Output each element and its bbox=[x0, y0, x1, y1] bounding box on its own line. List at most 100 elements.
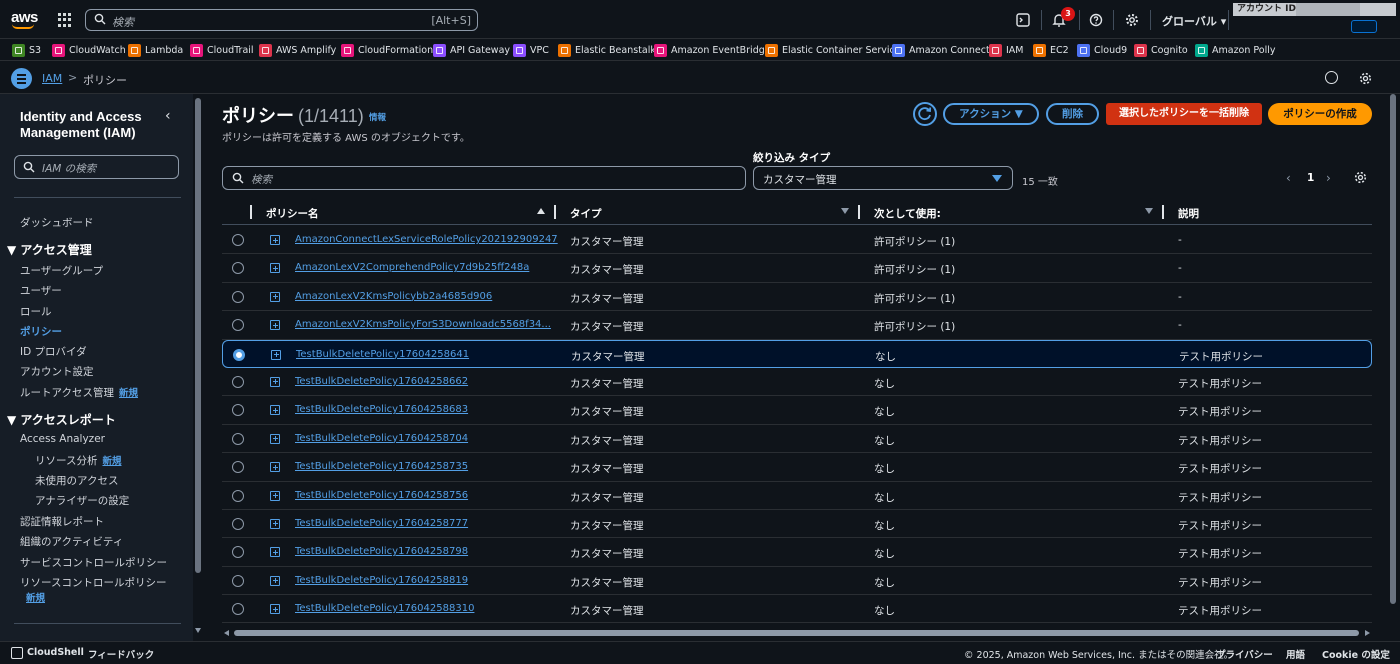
expand-row-icon[interactable] bbox=[270, 518, 280, 529]
sidebar-item-account-settings[interactable]: アカウント設定 bbox=[20, 364, 94, 379]
table-row[interactable]: AmazonLexV2ComprehendPolicy7d9b25ff248a カ… bbox=[222, 254, 1372, 283]
policy-name-link[interactable]: TestBulkDeletePolicy17604258641 bbox=[296, 349, 469, 360]
table-row[interactable]: AmazonLexV2KmsPolicybb2a4685d906 カスタマー管理 許… bbox=[222, 283, 1372, 312]
expand-row-icon[interactable] bbox=[270, 433, 280, 444]
expand-row-icon[interactable] bbox=[270, 490, 280, 501]
cloudshell-icon[interactable] bbox=[1015, 12, 1031, 28]
expand-row-icon[interactable] bbox=[270, 376, 280, 387]
sidebar-item-analyzer-settings[interactable]: アナライザーの設定 bbox=[35, 493, 129, 508]
sidebar-scrollbar[interactable] bbox=[193, 94, 203, 641]
sort-icon[interactable] bbox=[841, 208, 849, 214]
expand-row-icon[interactable] bbox=[271, 349, 281, 360]
policy-name-link[interactable]: TestBulkDeletePolicy17604258683 bbox=[295, 404, 468, 415]
row-select-radio[interactable] bbox=[232, 603, 244, 616]
favorite-cloud9[interactable]: Cloud9 bbox=[1077, 43, 1127, 57]
table-preferences-gear-icon[interactable] bbox=[1354, 171, 1367, 184]
footer-cookie-link[interactable]: Cookie の設定 bbox=[1322, 647, 1390, 661]
column-divider[interactable] bbox=[858, 205, 860, 219]
region-selector[interactable]: グローバル ▾ bbox=[1162, 13, 1226, 29]
sort-icon[interactable] bbox=[1145, 208, 1153, 214]
sidebar-item-scp[interactable]: サービスコントロールポリシー bbox=[20, 555, 167, 570]
column-header-used-as[interactable]: 次として使用: bbox=[874, 206, 941, 221]
policy-name-link[interactable]: TestBulkDeletePolicy17604258756 bbox=[295, 490, 468, 501]
footer-feedback-link[interactable]: フィードバック bbox=[88, 647, 154, 661]
policy-name-link[interactable]: AmazonConnectLexServiceRolePolicy2021929… bbox=[295, 234, 558, 245]
favorite-aws-amplify[interactable]: AWS Amplify bbox=[259, 43, 336, 57]
policy-name-link[interactable]: TestBulkDeletePolicy17604258777 bbox=[295, 518, 468, 529]
table-row[interactable]: TestBulkDeletePolicy176042588310 カスタマー管理 な… bbox=[222, 595, 1372, 624]
table-row[interactable]: TestBulkDeletePolicy17604258641 カスタマー管理 なし… bbox=[222, 339, 1372, 368]
sidebar-item-user-groups[interactable]: ユーザーグループ bbox=[20, 263, 103, 278]
actions-button[interactable]: アクション ▼ bbox=[943, 103, 1039, 125]
table-row[interactable]: AmazonConnectLexServiceRolePolicy2021929… bbox=[222, 226, 1372, 255]
sidebar-item-root-access[interactable]: ルートアクセス管理 新規 bbox=[20, 385, 138, 400]
services-menu-icon[interactable] bbox=[58, 13, 72, 27]
preferences-icon[interactable] bbox=[1359, 72, 1372, 85]
sidebar-section-access[interactable]: ▼ アクセス管理 bbox=[7, 241, 92, 258]
policy-name-link[interactable]: TestBulkDeletePolicy17604258798 bbox=[295, 546, 468, 557]
policy-search-input[interactable]: 検索 bbox=[222, 166, 746, 190]
row-select-radio[interactable] bbox=[232, 404, 244, 417]
row-select-radio[interactable] bbox=[232, 432, 244, 445]
table-row[interactable]: TestBulkDeletePolicy17604258777 カスタマー管理 なし… bbox=[222, 510, 1372, 539]
table-row[interactable]: TestBulkDeletePolicy17604258735 カスタマー管理 なし… bbox=[222, 453, 1372, 482]
expand-row-icon[interactable] bbox=[270, 291, 280, 302]
table-row[interactable]: TestBulkDeletePolicy17604258662 カスタマー管理 なし… bbox=[222, 368, 1372, 397]
policy-name-link[interactable]: AmazonLexV2KmsPolicyForS3Downloadc5568f3… bbox=[295, 319, 551, 330]
column-header-description[interactable]: 説明 bbox=[1178, 206, 1199, 221]
table-row[interactable]: TestBulkDeletePolicy17604258756 カスタマー管理 なし… bbox=[222, 482, 1372, 510]
sidebar-item-unused-access[interactable]: 未使用のアクセス bbox=[35, 473, 118, 488]
create-policy-button[interactable]: ポリシーの作成 bbox=[1268, 103, 1372, 125]
refresh-button[interactable] bbox=[913, 102, 937, 126]
footer-privacy-link[interactable]: プライバシー bbox=[1216, 647, 1273, 661]
table-row[interactable]: TestBulkDeletePolicy17604258683 カスタマー管理 なし… bbox=[222, 396, 1372, 425]
table-horizontal-scrollbar[interactable] bbox=[222, 627, 1372, 639]
help-icon[interactable] bbox=[1088, 12, 1104, 28]
expand-row-icon[interactable] bbox=[270, 462, 280, 473]
sidebar-item-resource-analysis[interactable]: リソース分析 新規 bbox=[35, 453, 122, 468]
policy-name-link[interactable]: AmazonLexV2ComprehendPolicy7d9b25ff248a bbox=[295, 262, 529, 273]
column-divider[interactable] bbox=[1162, 205, 1164, 219]
row-select-radio[interactable] bbox=[232, 461, 244, 474]
close-sidebar-icon[interactable]: ‹ bbox=[165, 108, 171, 124]
favorite-cloudwatch[interactable]: CloudWatch bbox=[52, 43, 126, 57]
favorite-lambda[interactable]: Lambda bbox=[128, 43, 183, 57]
row-select-radio[interactable] bbox=[232, 546, 244, 559]
footer-terms-link[interactable]: 用語 bbox=[1286, 647, 1305, 661]
side-nav-toggle-button[interactable] bbox=[11, 68, 32, 89]
favorite-iam[interactable]: IAM bbox=[989, 43, 1024, 57]
column-divider[interactable] bbox=[554, 205, 556, 219]
info-link[interactable]: 情報 bbox=[369, 111, 386, 123]
sidebar-item-id-providers[interactable]: ID プロバイダ bbox=[20, 344, 87, 359]
expand-row-icon[interactable] bbox=[270, 405, 280, 416]
favorite-elastic-container-service[interactable]: Elastic Container Service bbox=[765, 43, 901, 57]
sidebar-item-access-analyzer[interactable]: Access Analyzer bbox=[20, 433, 105, 445]
pagination-next-button[interactable]: › bbox=[1326, 171, 1331, 185]
favorite-s3[interactable]: S3 bbox=[12, 43, 41, 57]
sidebar-item-policies[interactable]: ポリシー bbox=[20, 324, 62, 339]
column-header-type[interactable]: タイプ bbox=[570, 206, 602, 221]
row-select-radio[interactable] bbox=[232, 319, 244, 332]
type-filter-select[interactable]: カスタマー管理 bbox=[753, 166, 1013, 190]
sidebar-item-rcp[interactable]: リソースコントロールポリシー bbox=[20, 575, 166, 590]
sidebar-search-input[interactable]: IAM の検索 bbox=[14, 155, 179, 179]
favorite-ec2[interactable]: EC2 bbox=[1033, 43, 1069, 57]
policy-name-link[interactable]: TestBulkDeletePolicy17604258735 bbox=[295, 461, 468, 472]
sidebar-item-users[interactable]: ユーザー bbox=[20, 283, 62, 298]
bulk-delete-button[interactable]: 選択したポリシーを一括削除 bbox=[1106, 103, 1262, 125]
policy-name-link[interactable]: TestBulkDeletePolicy17604258704 bbox=[295, 433, 468, 444]
expand-row-icon[interactable] bbox=[270, 235, 280, 245]
row-select-radio[interactable] bbox=[232, 574, 244, 587]
pagination-prev-button[interactable]: ‹ bbox=[1286, 171, 1291, 185]
breadcrumb-iam-link[interactable]: IAM bbox=[42, 72, 62, 85]
row-select-radio[interactable] bbox=[233, 348, 245, 361]
aws-logo[interactable]: aws bbox=[11, 9, 38, 31]
row-select-radio[interactable] bbox=[232, 517, 244, 530]
table-row[interactable]: TestBulkDeletePolicy17604258819 カスタマー管理 なし… bbox=[222, 567, 1372, 596]
column-header-policy-name[interactable]: ポリシー名 bbox=[266, 206, 319, 221]
settings-gear-icon[interactable] bbox=[1124, 12, 1140, 28]
delete-button[interactable]: 削除 bbox=[1046, 103, 1099, 125]
row-select-radio[interactable] bbox=[232, 375, 244, 388]
expand-row-icon[interactable] bbox=[270, 263, 280, 274]
expand-row-icon[interactable] bbox=[270, 547, 280, 558]
